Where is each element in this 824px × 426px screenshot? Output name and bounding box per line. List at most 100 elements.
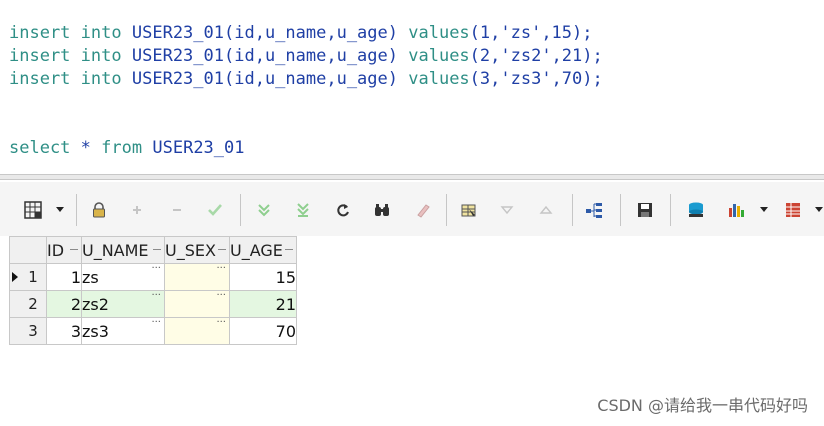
toolbar-separator: [76, 194, 77, 226]
keyword: into: [80, 23, 122, 43]
remove-row-icon[interactable]: [166, 199, 188, 221]
watermark: CSDN @请给我一串代码好吗: [597, 396, 808, 415]
cell-u-name[interactable]: zs ···: [81, 263, 165, 291]
add-row-icon[interactable]: [126, 199, 148, 221]
find-icon[interactable]: [371, 199, 393, 221]
keyword: into: [80, 46, 122, 66]
keyword: values: [408, 69, 470, 89]
column-header-id[interactable]: ID: [46, 236, 82, 264]
keyword: values: [408, 46, 470, 66]
sort-indicator: [70, 249, 78, 250]
code-line-select: select * from USER23_01: [9, 137, 245, 160]
fetch-next-icon[interactable]: [253, 199, 275, 221]
ellipsis-button[interactable]: ···: [151, 264, 161, 274]
table-row[interactable]: 2 2 zs2 ··· ··· 21: [9, 290, 297, 318]
table-row[interactable]: 3 3 zs3 ··· ··· 70: [9, 317, 297, 345]
table-row[interactable]: 1 1 zs ··· ··· 15: [9, 263, 297, 291]
cell-u-name[interactable]: zs2 ···: [81, 290, 165, 318]
keyword: insert: [9, 46, 71, 66]
column-list: (id,u_name,u_age): [224, 69, 398, 89]
toolbar-separator: [670, 194, 671, 226]
header-row: ID U_NAME U_SEX U_AGE: [9, 236, 297, 264]
fetch-last-icon[interactable]: [292, 199, 314, 221]
keyword: select: [9, 138, 71, 158]
sort-indicator: [218, 249, 226, 250]
current-row-marker-icon: [12, 272, 18, 282]
code-line-1: insert into USER23_01(id,u_name,u_age) v…: [9, 22, 593, 45]
result-toolbar: [0, 182, 824, 236]
chevron-down-icon[interactable]: [815, 207, 823, 212]
sort-indicator: [285, 249, 293, 250]
clear-icon[interactable]: [412, 199, 434, 221]
ellipsis-button[interactable]: ···: [151, 291, 161, 301]
ellipsis-button[interactable]: ···: [216, 291, 226, 301]
cell-u-age[interactable]: 70: [229, 317, 297, 345]
keyword: into: [80, 69, 122, 89]
row-number: 2: [28, 295, 38, 313]
column-list: (id,u_name,u_age): [224, 23, 398, 43]
column-header-u-sex[interactable]: U_SEX: [164, 236, 230, 264]
toolbar-separator: [240, 194, 241, 226]
corner-cell[interactable]: [9, 236, 47, 264]
value-list: (1,'zs',15);: [469, 23, 593, 43]
table-name: USER23_01: [152, 138, 245, 158]
row-header[interactable]: 1: [9, 263, 47, 291]
toolbar-separator: [620, 194, 621, 226]
cell-u-age[interactable]: 15: [229, 263, 297, 291]
ellipsis-button[interactable]: ···: [216, 264, 226, 274]
chart-icon[interactable]: [725, 199, 747, 221]
column-label: U_NAME: [82, 240, 149, 260]
cell-u-name[interactable]: zs3 ···: [81, 317, 165, 345]
value-list: (3,'zs3',70);: [469, 69, 603, 89]
toolbar-separator: [446, 194, 447, 226]
grid-view-icon[interactable]: [22, 199, 44, 221]
save-icon[interactable]: [634, 199, 656, 221]
sort-descending-icon[interactable]: [496, 199, 518, 221]
keyword: insert: [9, 23, 71, 43]
table-name: USER23_01: [131, 23, 224, 43]
table-name: USER23_01: [131, 69, 224, 89]
row-number: 3: [28, 322, 38, 340]
table-icon[interactable]: [782, 199, 804, 221]
sort-indicator: [153, 249, 161, 250]
splitter[interactable]: [0, 174, 824, 180]
ellipsis-button[interactable]: ···: [151, 318, 161, 328]
column-header-u-age[interactable]: U_AGE: [229, 236, 297, 264]
chevron-down-icon[interactable]: [760, 207, 768, 212]
code-line-3: insert into USER23_01(id,u_name,u_age) v…: [9, 68, 603, 91]
result-table: ID U_NAME U_SEX U_AGE 1 1 zs ··· ··· 15 2…: [9, 236, 297, 345]
refresh-icon[interactable]: [332, 199, 354, 221]
sort-ascending-icon[interactable]: [535, 199, 557, 221]
cell-u-sex[interactable]: ···: [164, 263, 230, 291]
lock-icon[interactable]: [88, 199, 110, 221]
column-label: U_AGE: [230, 240, 283, 260]
keyword: from: [101, 138, 143, 158]
cell-u-sex[interactable]: ···: [164, 290, 230, 318]
column-label: ID: [47, 240, 65, 260]
cell-id[interactable]: 2: [46, 290, 82, 318]
ellipsis-button[interactable]: ···: [216, 318, 226, 328]
cell-u-age[interactable]: 21: [229, 290, 297, 318]
row-number: 1: [28, 268, 38, 286]
code-line-2: insert into USER23_01(id,u_name,u_age) v…: [9, 45, 603, 68]
value-list: (2,'zs2',21);: [469, 46, 603, 66]
cell-id[interactable]: 3: [46, 317, 82, 345]
chevron-down-icon[interactable]: [56, 207, 64, 212]
table-name: USER23_01: [131, 46, 224, 66]
row-header[interactable]: 2: [9, 290, 47, 318]
export-icon[interactable]: [685, 199, 707, 221]
column-list: (id,u_name,u_age): [224, 46, 398, 66]
column-label: U_SEX: [165, 240, 216, 260]
tree-icon[interactable]: [583, 199, 605, 221]
keyword: insert: [9, 69, 71, 89]
toolbar-separator: [572, 194, 573, 226]
star: *: [80, 138, 91, 158]
commit-icon[interactable]: [204, 199, 226, 221]
row-header[interactable]: 3: [9, 317, 47, 345]
cell-id[interactable]: 1: [46, 263, 82, 291]
query-by-example-icon[interactable]: [458, 199, 480, 221]
cell-u-sex[interactable]: ···: [164, 317, 230, 345]
keyword: values: [408, 23, 470, 43]
column-header-u-name[interactable]: U_NAME: [81, 236, 165, 264]
sql-editor[interactable]: insert into USER23_01(id,u_name,u_age) v…: [0, 0, 824, 174]
